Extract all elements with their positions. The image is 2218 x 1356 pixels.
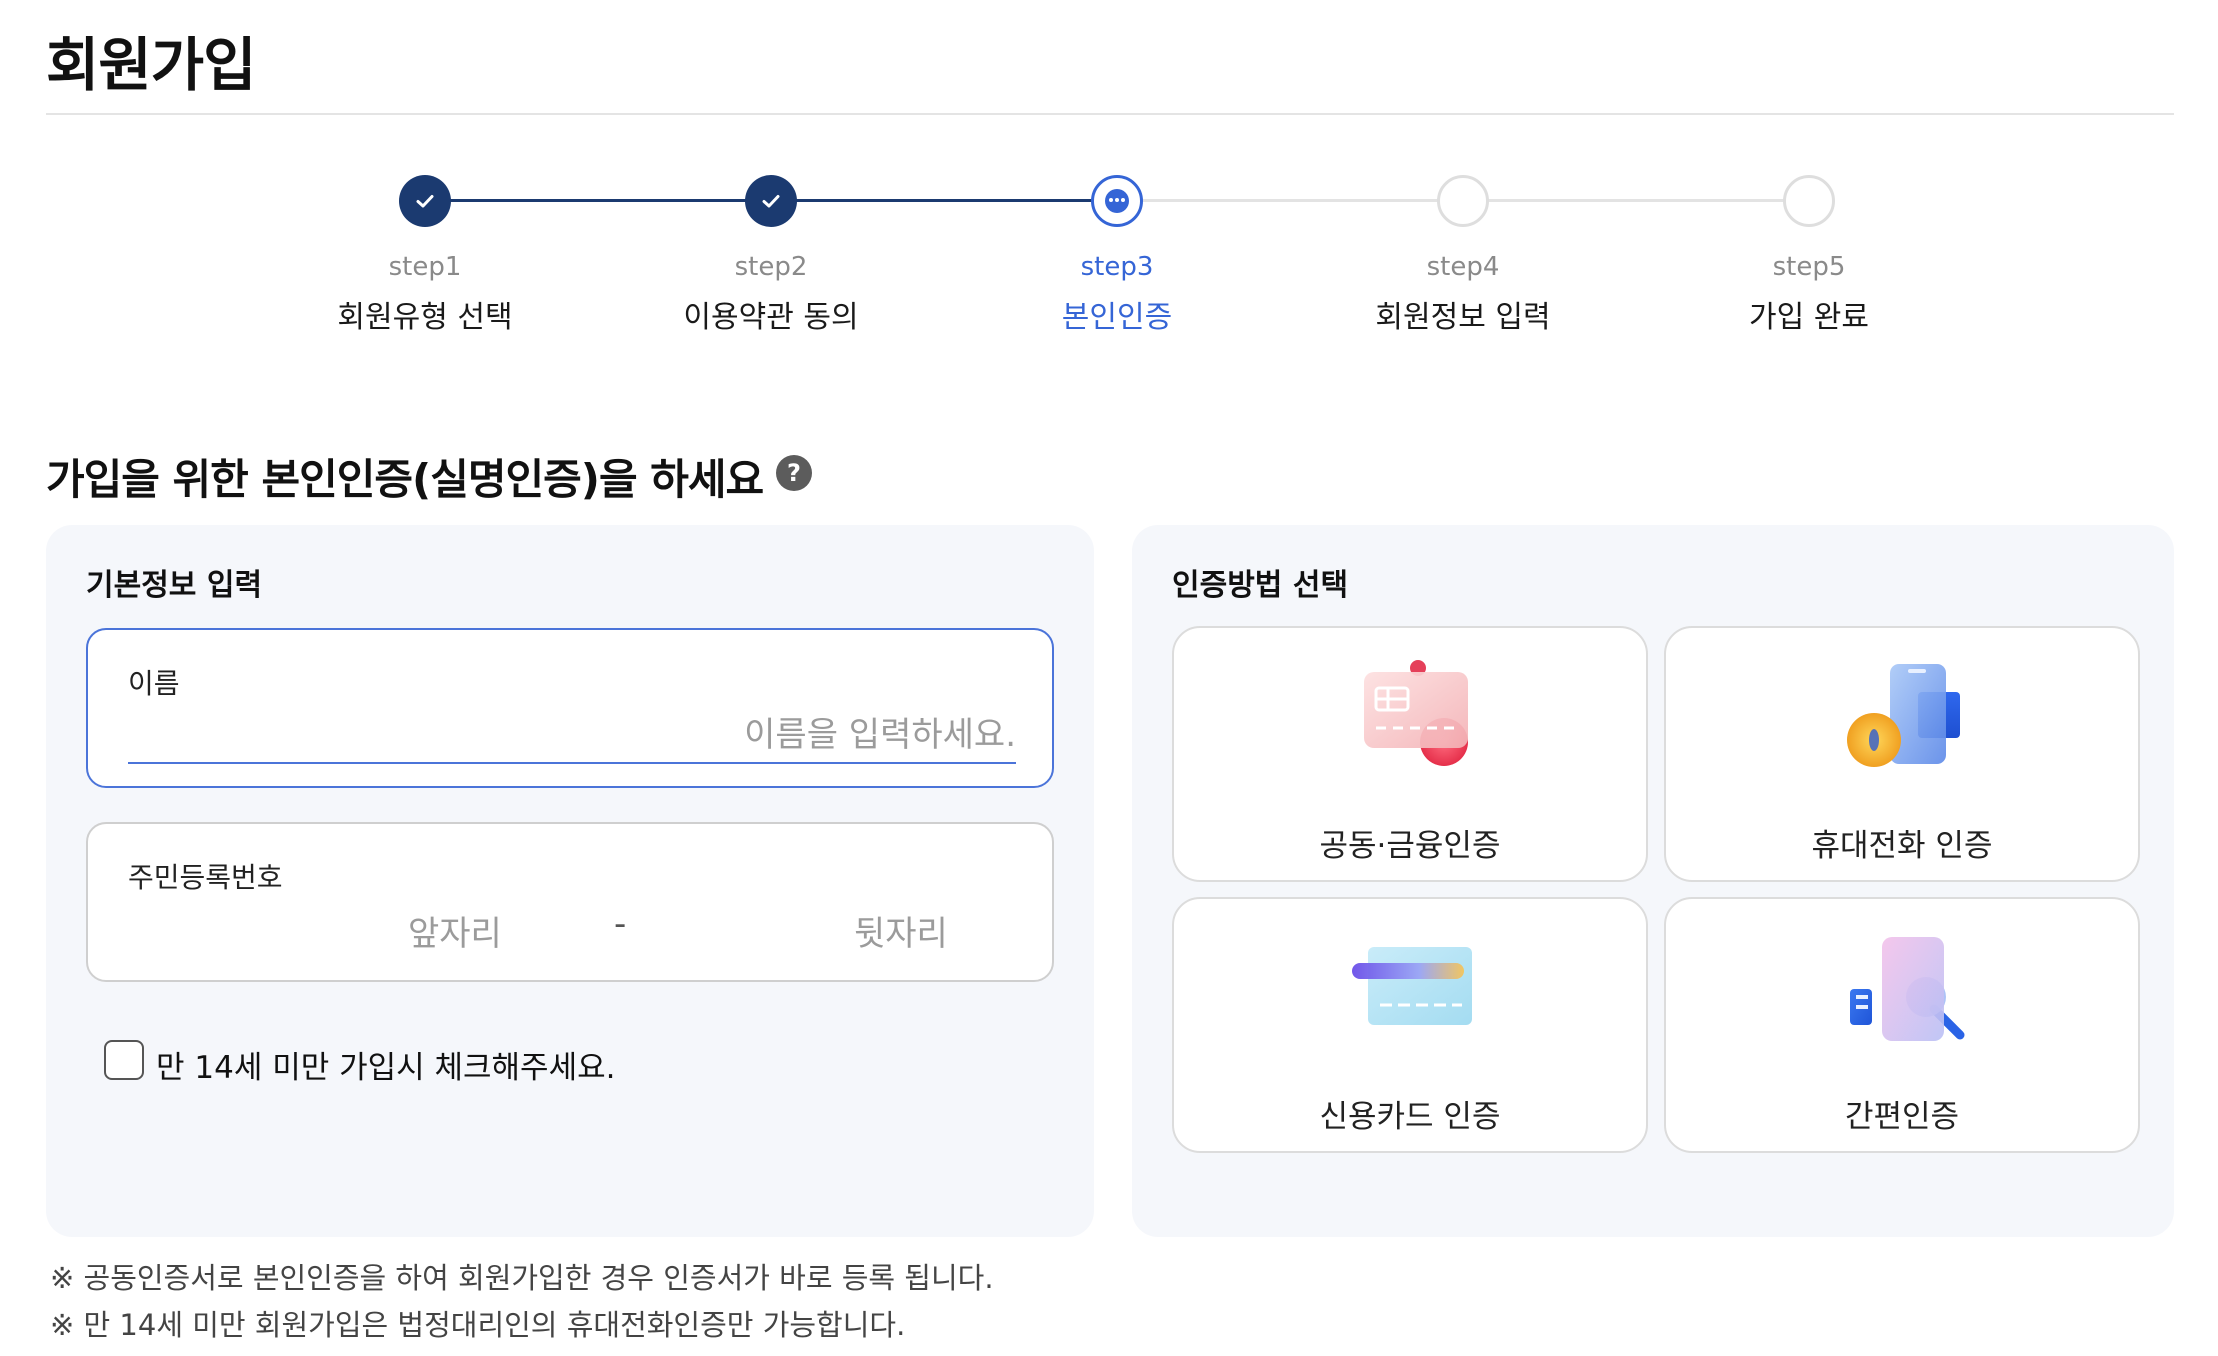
name-field: 이름 bbox=[86, 628, 1054, 788]
step4-circle bbox=[1437, 175, 1489, 227]
resident-number-back-input[interactable]: 뒷자리 bbox=[854, 906, 948, 955]
step5-circle bbox=[1783, 175, 1835, 227]
name-input[interactable] bbox=[128, 708, 1016, 764]
basic-info-title: 기본정보 입력 bbox=[86, 568, 263, 603]
method-certificate-label: 공동·금융인증 bbox=[1319, 828, 1501, 864]
method-simple-card[interactable]: 간편인증 bbox=[1664, 897, 2140, 1153]
help-icon[interactable]: ? bbox=[776, 455, 812, 491]
step-connector-4 bbox=[1488, 199, 1808, 202]
resident-number-field: 주민등록번호 앞자리 - 뒷자리 bbox=[86, 822, 1054, 982]
method-creditcard-card[interactable]: 신용카드 인증 bbox=[1172, 897, 1648, 1153]
method-mobile-card[interactable]: 휴대전화 인증 bbox=[1664, 626, 2140, 882]
step3-progress-icon bbox=[1091, 175, 1143, 227]
mobile-phone-icon bbox=[1847, 664, 1960, 767]
method-certificate-card[interactable]: 공동·금융인증 bbox=[1172, 626, 1648, 882]
step1-check-icon bbox=[399, 175, 451, 227]
step4-label: 회원정보 입력 bbox=[1375, 300, 1551, 335]
notice-item: ※ 공동인증서로 본인인증을 하여 회원가입한 경우 인증서가 바로 등록 됩니… bbox=[50, 1261, 994, 1295]
resident-number-dash: - bbox=[614, 904, 627, 944]
credit-card-icon bbox=[1352, 947, 1472, 1025]
simple-auth-icon bbox=[1850, 937, 1965, 1041]
step2-check-icon bbox=[745, 175, 797, 227]
step3-label: 본인인증 bbox=[1061, 300, 1173, 335]
notice-list: ※ 공동인증서로 본인인증을 하여 회원가입한 경우 인증서가 바로 등록 됩니… bbox=[50, 1255, 994, 1349]
step5-number: step5 bbox=[1772, 252, 1846, 282]
step2-number: step2 bbox=[734, 252, 808, 282]
signup-stepper: step1 회원유형 선택 step2 이용약관 동의 step3 본인인증 s… bbox=[0, 0, 2218, 360]
resident-number-label: 주민등록번호 bbox=[128, 861, 283, 894]
auth-method-panel: 인증방법 선택 공동·금융인증 휴대전화 인증 신용카드 인증 간편인증 bbox=[1132, 525, 2174, 1237]
step2-label: 이용약관 동의 bbox=[683, 300, 859, 335]
method-simple-label: 간편인증 bbox=[1844, 1099, 1960, 1135]
under14-checkbox[interactable] bbox=[104, 1040, 144, 1080]
step1-label: 회원유형 선택 bbox=[337, 300, 513, 335]
step1-number: step1 bbox=[388, 252, 462, 282]
notice-item: ※ 만 14세 미만 회원가입은 법정대리인의 휴대전화인증만 가능합니다. bbox=[50, 1308, 906, 1342]
name-label: 이름 bbox=[128, 667, 180, 700]
section-heading: 가입을 위한 본인인증(실명인증)을 하세요 bbox=[46, 455, 764, 504]
step4-number: step4 bbox=[1426, 252, 1500, 282]
step5-label: 가입 완료 bbox=[1749, 300, 1869, 335]
resident-number-front-input[interactable]: 앞자리 bbox=[408, 906, 502, 955]
basic-info-panel: 기본정보 입력 이름 주민등록번호 앞자리 - 뒷자리 만 14세 미만 가입시… bbox=[46, 525, 1094, 1237]
under14-label[interactable]: 만 14세 미만 가입시 체크해주세요. bbox=[156, 1042, 615, 1087]
certificate-icon bbox=[1364, 660, 1468, 766]
step-connector-2 bbox=[796, 199, 1116, 202]
step-connector-1 bbox=[450, 199, 770, 202]
step-connector-3 bbox=[1142, 199, 1462, 202]
method-mobile-label: 휴대전화 인증 bbox=[1811, 828, 1993, 864]
auth-method-title: 인증방법 선택 bbox=[1172, 568, 1349, 603]
step3-number: step3 bbox=[1080, 252, 1154, 282]
method-creditcard-label: 신용카드 인증 bbox=[1319, 1099, 1501, 1135]
